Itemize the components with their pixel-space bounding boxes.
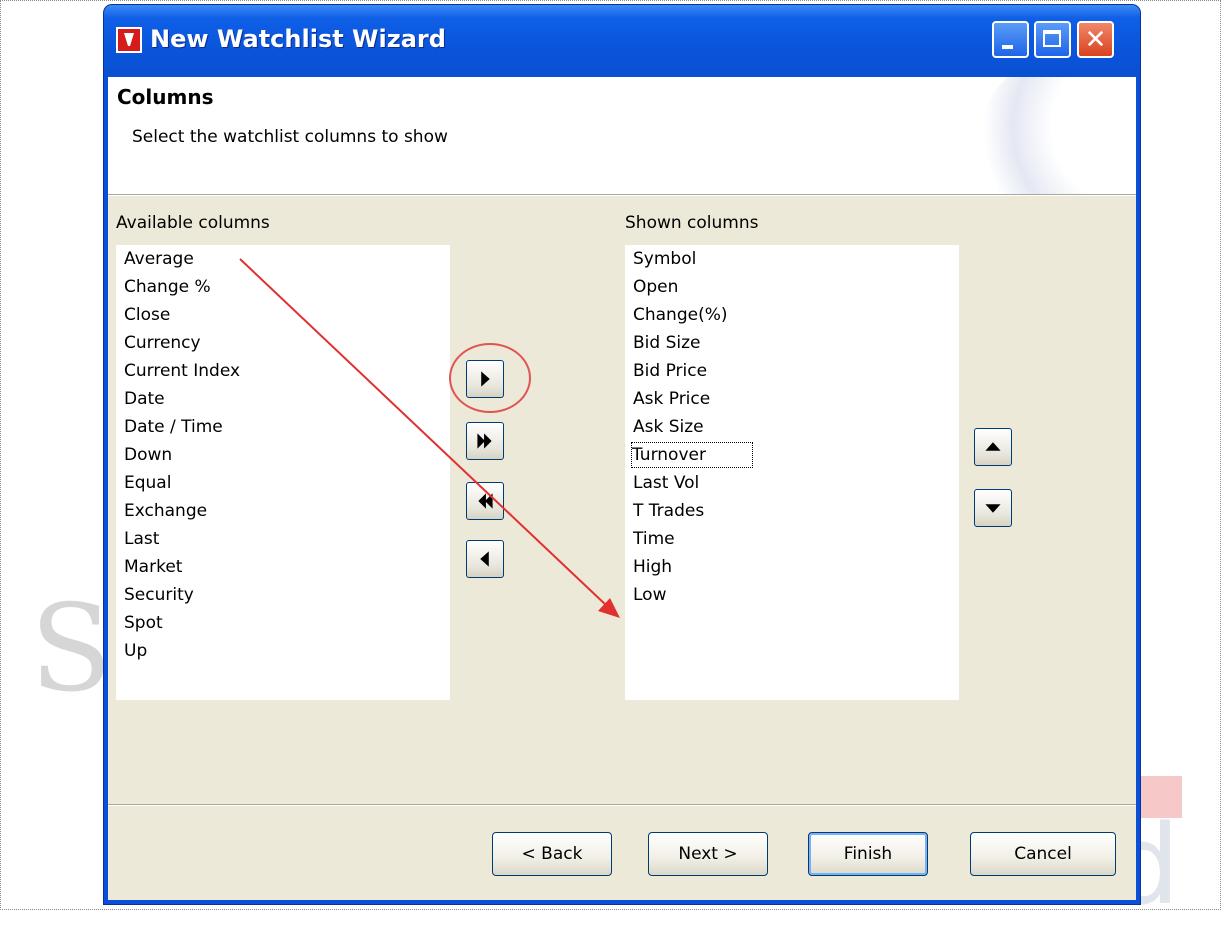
wizard-header: Columns Select the watchlist columns to … (108, 77, 1136, 195)
list-item[interactable]: Equal (124, 471, 171, 495)
list-item[interactable]: Date / Time (124, 415, 223, 439)
list-item[interactable]: Last (124, 527, 159, 551)
list-item[interactable]: Market (124, 555, 182, 579)
header-decoration (976, 77, 1136, 194)
list-item[interactable]: Spot (124, 611, 163, 635)
maximize-button[interactable] (1034, 21, 1071, 58)
move-up-button[interactable] (974, 428, 1012, 466)
remove-column-button[interactable] (466, 540, 504, 578)
add-column-button[interactable] (466, 360, 504, 398)
list-item[interactable]: Bid Size (633, 331, 700, 355)
triangle-left-icon (480, 551, 489, 567)
shown-columns-label: Shown columns (625, 213, 759, 233)
triangle-up-icon (985, 442, 1001, 451)
cancel-button[interactable]: Cancel (970, 832, 1116, 876)
close-icon: ✕ (1084, 25, 1107, 55)
app-icon[interactable] (116, 27, 142, 53)
shown-columns-list[interactable]: Symbol Open Change(%) Bid Size Bid Price Ask … (625, 245, 959, 700)
list-item[interactable]: Ask Size (633, 415, 704, 439)
window-title: New Watchlist Wizard (150, 25, 446, 53)
list-item[interactable]: Bid Price (633, 359, 707, 383)
list-item[interactable]: Currency (124, 331, 201, 355)
header-divider (108, 195, 1136, 196)
next-button[interactable]: Next > (648, 832, 768, 876)
button-bar-divider-highlight (108, 805, 1136, 806)
page-description: Select the watchlist columns to show (132, 127, 448, 147)
available-columns-label: Available columns (116, 213, 270, 233)
add-all-columns-button[interactable] (466, 422, 504, 460)
watermark-left: S (30, 580, 113, 719)
list-item[interactable]: T Trades (633, 499, 704, 523)
list-item[interactable]: Open (633, 275, 678, 299)
page-title: Columns (117, 85, 214, 109)
move-down-button[interactable] (974, 489, 1012, 527)
title-bar[interactable]: New Watchlist Wizard ✕ (104, 5, 1140, 77)
list-item[interactable]: Down (124, 443, 172, 467)
list-item[interactable]: Change % (124, 275, 211, 299)
remove-all-columns-button[interactable] (466, 482, 504, 520)
back-button[interactable]: < Back (492, 832, 612, 876)
triangle-right-icon (481, 371, 490, 387)
list-item[interactable]: Date (124, 387, 165, 411)
list-item[interactable]: Time (633, 527, 675, 551)
list-item[interactable]: Average (124, 247, 194, 271)
double-triangle-left-icon (478, 493, 493, 509)
triangle-down-icon (985, 504, 1001, 513)
finish-button[interactable]: Finish (808, 832, 928, 876)
double-triangle-right-icon (477, 433, 492, 449)
close-button[interactable]: ✕ (1077, 21, 1114, 58)
minimize-button[interactable] (992, 21, 1029, 58)
available-columns-list[interactable]: Average Change % Close Currency Current Inde… (116, 245, 450, 700)
list-item[interactable]: Security (124, 583, 194, 607)
wizard-client-area: Columns Select the watchlist columns to … (108, 77, 1136, 900)
wizard-window: New Watchlist Wizard ✕ Columns Select th… (104, 5, 1140, 904)
list-item[interactable]: Exchange (124, 499, 207, 523)
list-item[interactable]: Current Index (124, 359, 240, 383)
list-item[interactable]: Close (124, 303, 170, 327)
list-item[interactable]: Low (633, 583, 666, 607)
list-item[interactable]: High (633, 555, 672, 579)
list-item[interactable]: Change(%) (633, 303, 728, 327)
list-item[interactable]: Up (124, 639, 147, 663)
list-item[interactable]: Last Vol (633, 471, 699, 495)
list-item[interactable]: Ask Price (633, 387, 710, 411)
list-item[interactable]: Turnover (631, 442, 753, 468)
list-item[interactable]: Symbol (633, 247, 696, 271)
